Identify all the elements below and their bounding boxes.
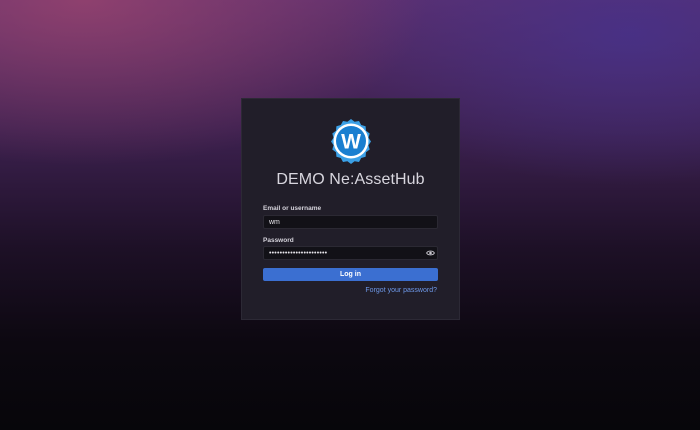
eye-icon[interactable] — [426, 249, 435, 257]
forgot-password-link[interactable]: Forgot your password? — [365, 287, 437, 294]
app-title: DEMO Ne:AssetHub — [276, 171, 425, 188]
email-label: Email or username — [263, 205, 322, 212]
logo-letter: W — [341, 131, 361, 154]
email-input[interactable] — [263, 215, 438, 229]
password-input[interactable] — [263, 246, 438, 260]
login-card: W DEMO Ne:AssetHub Email or username Pas… — [241, 98, 460, 320]
login-button[interactable]: Log in — [263, 268, 438, 281]
w-badge-logo-icon: W — [328, 118, 374, 164]
password-label: Password — [263, 237, 294, 244]
